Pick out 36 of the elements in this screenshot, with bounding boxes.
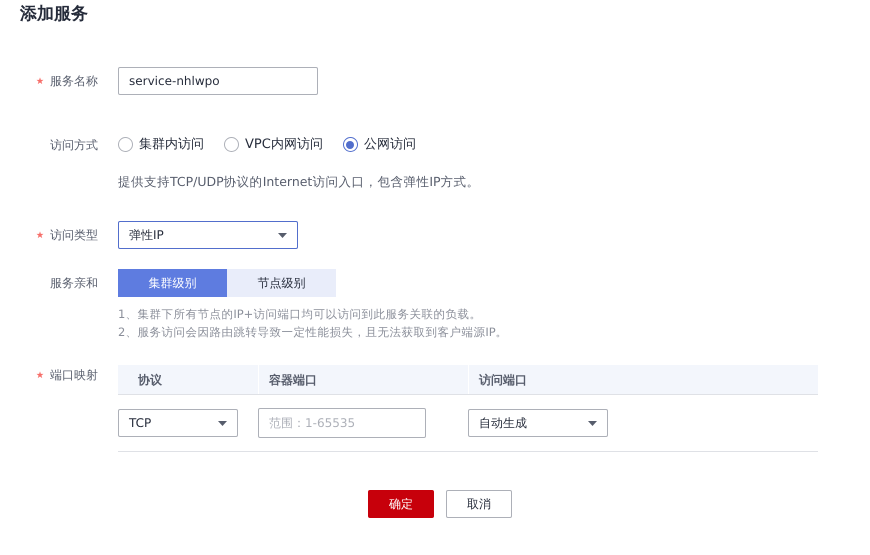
select-value: TCP <box>129 415 152 432</box>
radio-option[interactable]: VPC内网访问 <box>224 134 323 154</box>
radio-button[interactable] <box>342 137 358 152</box>
radio-option[interactable]: 公网访问 <box>342 134 416 154</box>
caret-icon <box>218 420 227 426</box>
field-label: 访问类型 <box>50 227 98 244</box>
field-label: 端口映射 <box>50 367 98 384</box>
caret-icon <box>588 420 597 426</box>
radio-button[interactable] <box>224 137 239 152</box>
segment-tab[interactable]: 节点级别 <box>227 269 336 298</box>
access-port-select[interactable]: 自动生成 <box>468 409 608 438</box>
port-input[interactable]: 范围：1-65535 <box>258 408 426 438</box>
confirm-button[interactable]: 确定 <box>368 490 434 518</box>
radio-button[interactable] <box>118 137 133 152</box>
column-header: 协议 <box>137 372 163 389</box>
option-label: 公网访问 <box>364 136 416 154</box>
protocol-select[interactable]: TCP <box>118 409 238 438</box>
option-label: 集群内访问 <box>139 136 204 154</box>
description-text: 提供支持TCP/UDP协议的Internet访问入口，包含弹性IP方式。 <box>118 172 480 190</box>
field-label: 访问方式 <box>50 136 98 154</box>
radio-option[interactable]: 集群内访问 <box>118 134 204 154</box>
column-header: 容器端口 <box>258 365 468 394</box>
option-label: VPC内网访问 <box>245 136 323 154</box>
name-input[interactable]: service-nhlwpo <box>118 66 318 94</box>
page-title: 添加服务 <box>19 3 89 26</box>
field-label: 服务亲和 <box>50 275 98 292</box>
field-label: 服务名称 <box>50 72 98 90</box>
select-value: 自动生成 <box>479 415 527 432</box>
select-value: 弹性IP <box>129 227 164 244</box>
column-header: 访问端口 <box>468 365 818 394</box>
note-text: 1、集群下所有节点的IP+访问端口均可以访问到此服务关联的负载。 <box>118 307 482 322</box>
segment-tab[interactable]: 集群级别 <box>118 269 227 298</box>
cancel-button[interactable]: 取消 <box>446 490 512 518</box>
note-text: 2、服务访问会因路由跳转导致一定性能损失，且无法获取到客户端源IP。 <box>118 325 508 340</box>
type-select[interactable]: 弹性IP <box>118 221 298 250</box>
caret-icon <box>278 232 287 238</box>
